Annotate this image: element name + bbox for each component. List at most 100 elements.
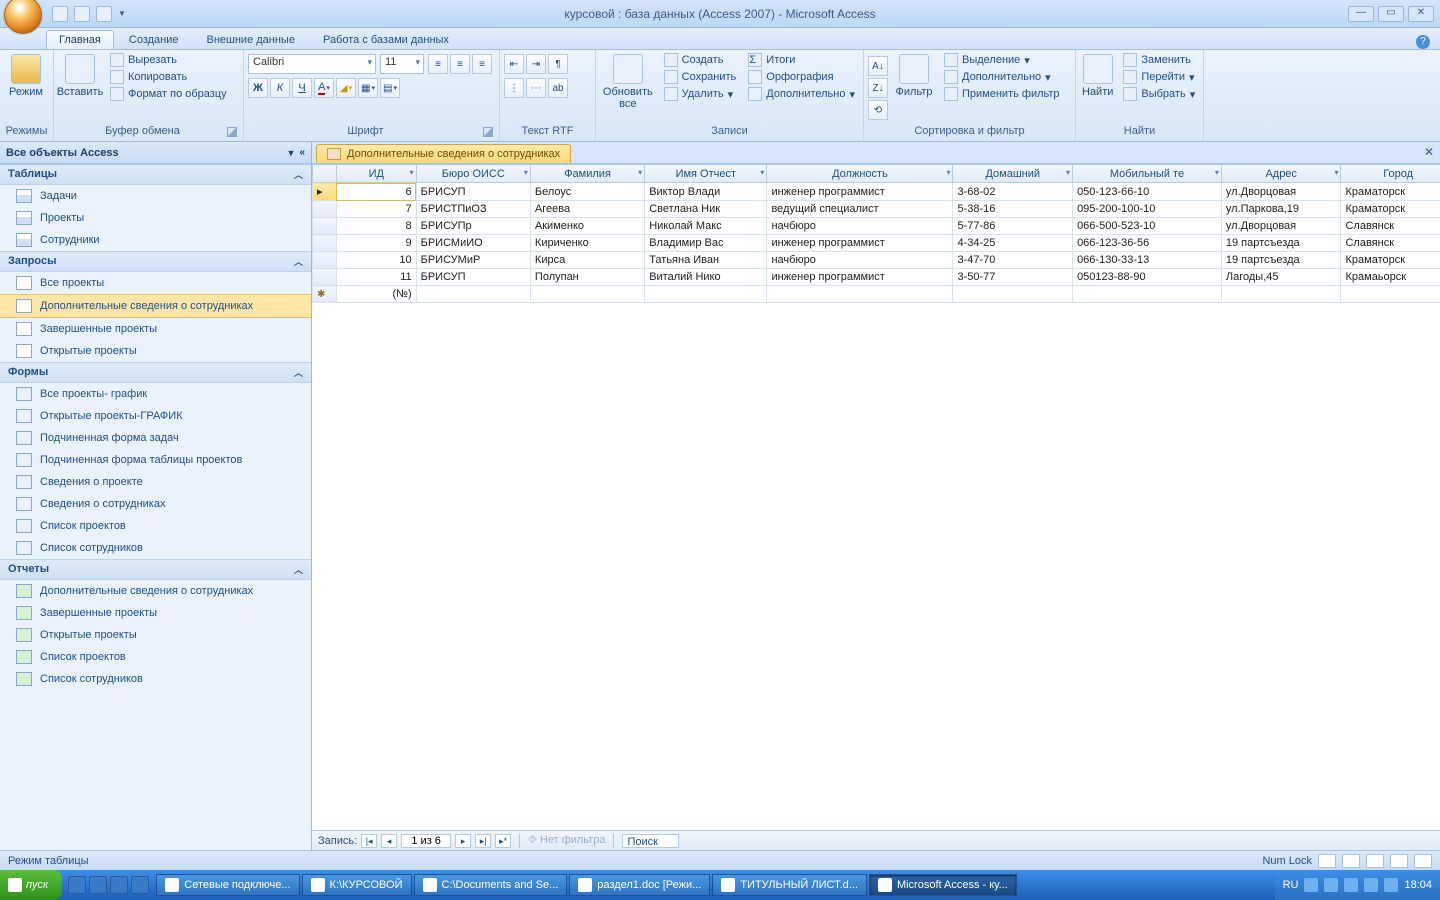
fill-color-button[interactable]: ◢ xyxy=(336,78,356,98)
bold-button[interactable]: Ж xyxy=(248,78,268,98)
taskbar-app-button[interactable]: К:\КУРСОВОЙ xyxy=(302,874,412,896)
help-icon[interactable]: ? xyxy=(1416,35,1430,49)
cell[interactable]: 066-130-33-13 xyxy=(1073,252,1222,269)
cell[interactable]: инженер программист xyxy=(767,183,953,201)
nav-item[interactable]: Дополнительные сведения о сотрудниках xyxy=(0,580,311,602)
nav-item[interactable]: Дополнительные сведения о сотрудниках xyxy=(0,294,311,318)
goto-button[interactable]: Перейти ▾ xyxy=(1119,69,1199,85)
column-dropdown-icon[interactable]: ▾ xyxy=(1215,168,1219,177)
cell[interactable]: 066-123-36-56 xyxy=(1073,235,1222,252)
search-box[interactable]: Поиск xyxy=(622,834,678,848)
nav-filter-dropdown-icon[interactable]: ▼ xyxy=(287,148,296,158)
alt-row-color-button[interactable]: ▤ xyxy=(380,78,400,98)
filter-button[interactable]: Фильтр xyxy=(892,52,936,100)
tab-external[interactable]: Внешние данные xyxy=(194,30,308,49)
row-selector[interactable] xyxy=(313,235,337,252)
cell[interactable]: БРИСМиИО xyxy=(416,235,530,252)
cell[interactable] xyxy=(1341,286,1440,303)
row-selector[interactable] xyxy=(313,201,337,218)
cell[interactable]: Николай Макс xyxy=(645,218,767,235)
cell[interactable]: Крамаьорск xyxy=(1341,269,1440,286)
refresh-all-button[interactable]: Обновить все xyxy=(600,52,656,112)
nav-item[interactable]: Сотрудники xyxy=(0,229,311,251)
tray-icon[interactable] xyxy=(1304,878,1318,892)
tray-icon[interactable] xyxy=(1324,878,1338,892)
tray-icon[interactable] xyxy=(1364,878,1378,892)
cell[interactable]: инженер программист xyxy=(767,235,953,252)
toggle-filter-button[interactable]: Применить фильтр xyxy=(940,86,1064,102)
cell[interactable] xyxy=(1221,286,1341,303)
cell[interactable]: Краматорск xyxy=(1341,183,1440,201)
nav-item[interactable]: Список проектов xyxy=(0,646,311,668)
italic-button[interactable]: К xyxy=(270,78,290,98)
view-mode-button[interactable]: Режим xyxy=(4,52,48,100)
cell[interactable]: Полупан xyxy=(530,269,644,286)
tray-icon[interactable] xyxy=(1344,878,1358,892)
cell[interactable]: 3-50-77 xyxy=(953,269,1073,286)
nav-cat-reports[interactable]: Отчеты︿ xyxy=(0,559,311,580)
find-button[interactable]: Найти xyxy=(1080,52,1115,100)
cell[interactable]: 6 xyxy=(336,183,416,201)
column-dropdown-icon[interactable]: ▾ xyxy=(1066,168,1070,177)
column-header[interactable]: Мобильный те▾ xyxy=(1073,165,1222,183)
nav-item[interactable]: Список сотрудников xyxy=(0,668,311,690)
cell[interactable]: ул.Дворцовая xyxy=(1221,183,1341,201)
close-document-icon[interactable]: ✕ xyxy=(1424,145,1434,159)
pivot-table-view-button[interactable] xyxy=(1342,854,1360,868)
cell[interactable]: ведущий специалист xyxy=(767,201,953,218)
clipboard-launcher-icon[interactable] xyxy=(227,127,237,137)
cell[interactable]: Виталий Нико xyxy=(645,269,767,286)
numbering-button[interactable]: ⋯ xyxy=(526,78,546,98)
nav-item[interactable]: Открытые проекты xyxy=(0,624,311,646)
cell[interactable]: 066-500-523-10 xyxy=(1073,218,1222,235)
cell[interactable]: начбюро xyxy=(767,252,953,269)
cell[interactable]: Кирса xyxy=(530,252,644,269)
replace-button[interactable]: Заменить xyxy=(1119,52,1199,68)
select-all-corner[interactable] xyxy=(313,165,337,183)
cell[interactable]: Славянск xyxy=(1341,235,1440,252)
taskbar-app-button[interactable]: ТИТУЛЬНЫЙ ЛИСТ.d... xyxy=(712,874,867,896)
cell[interactable] xyxy=(1073,286,1222,303)
datasheet-view-button[interactable] xyxy=(1318,854,1336,868)
cell[interactable] xyxy=(953,286,1073,303)
column-dropdown-icon[interactable]: ▾ xyxy=(760,168,764,177)
tab-home[interactable]: Главная xyxy=(46,30,114,49)
start-button[interactable]: пуск xyxy=(0,870,62,900)
align-center-button[interactable]: ≡ xyxy=(450,54,470,74)
save-icon[interactable] xyxy=(52,6,68,22)
nav-cat-tables[interactable]: Таблицы︿ xyxy=(0,164,311,185)
nav-item[interactable]: Список сотрудников xyxy=(0,537,311,559)
nav-item[interactable]: Завершенные проекты xyxy=(0,602,311,624)
bullets-button[interactable]: ⋮ xyxy=(504,78,524,98)
underline-button[interactable]: Ч xyxy=(292,78,312,98)
column-header[interactable]: Фамилия▾ xyxy=(530,165,644,183)
datasheet-grid[interactable]: ИД▾Бюро ОИСС▾Фамилия▾Имя Отчест▾Должност… xyxy=(312,164,1440,830)
taskbar-app-button[interactable]: Сетевые подключе... xyxy=(156,874,299,896)
clock[interactable]: 18:04 xyxy=(1404,879,1432,891)
taskbar-app-button[interactable]: раздел1.doc [Режи... xyxy=(569,874,710,896)
row-selector[interactable]: ▸ xyxy=(313,183,337,201)
font-launcher-icon[interactable] xyxy=(483,127,493,137)
nav-item[interactable]: Все проекты xyxy=(0,272,311,294)
font-color-button[interactable]: A xyxy=(314,78,334,98)
cell[interactable]: БРИСУП xyxy=(416,269,530,286)
tab-dbtools[interactable]: Работа с базами данных xyxy=(310,30,462,49)
undo-icon[interactable] xyxy=(74,6,90,22)
cell[interactable]: 8 xyxy=(336,218,416,235)
column-header[interactable]: Домашний▾ xyxy=(953,165,1073,183)
column-dropdown-icon[interactable]: ▾ xyxy=(1334,168,1338,177)
ql-icon[interactable] xyxy=(68,876,86,894)
cell[interactable]: Кириченко xyxy=(530,235,644,252)
cell[interactable]: ул.Паркова,19 xyxy=(1221,201,1341,218)
nav-cat-forms[interactable]: Формы︿ xyxy=(0,362,311,383)
save-record-button[interactable]: Сохранить xyxy=(660,69,741,85)
qat-dropdown-icon[interactable]: ▼ xyxy=(118,9,126,18)
cut-button[interactable]: Вырезать xyxy=(106,52,231,68)
column-header[interactable]: Адрес▾ xyxy=(1221,165,1341,183)
minimize-button[interactable]: — xyxy=(1348,6,1374,22)
cell[interactable]: Татьяна Иван xyxy=(645,252,767,269)
nav-item[interactable]: Завершенные проекты xyxy=(0,318,311,340)
nav-item[interactable]: Список проектов xyxy=(0,515,311,537)
column-header[interactable]: Должность▾ xyxy=(767,165,953,183)
highlight-button[interactable]: ab xyxy=(548,78,568,98)
